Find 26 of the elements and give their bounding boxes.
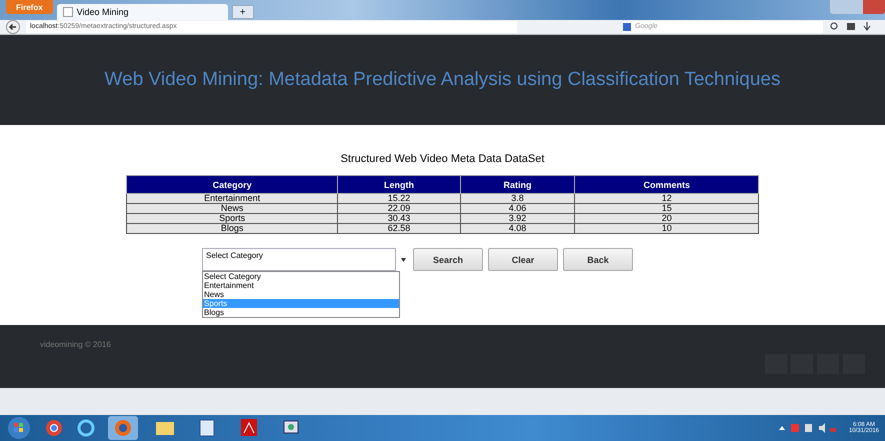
page-icon bbox=[62, 7, 73, 17]
table-cell: Entertainment bbox=[126, 194, 338, 204]
dropdown-option[interactable]: Blogs bbox=[203, 308, 399, 317]
start-icon[interactable] bbox=[6, 416, 32, 440]
table-cell: Sports bbox=[126, 214, 338, 224]
table-cell: Blogs bbox=[126, 224, 338, 234]
column-header: Length bbox=[338, 176, 460, 194]
table-cell: News bbox=[126, 204, 338, 214]
table-caption: Structured Web Video Meta Data DataSet bbox=[340, 153, 544, 165]
action-button[interactable]: Search bbox=[413, 248, 483, 271]
action-button[interactable]: Clear bbox=[488, 248, 558, 271]
column-header: Rating bbox=[460, 176, 575, 194]
caret-icon bbox=[401, 258, 406, 262]
action-button[interactable]: Back bbox=[563, 248, 633, 271]
column-header: Category bbox=[126, 176, 338, 194]
column-header: Comments bbox=[574, 176, 758, 194]
dropdown-option[interactable]: Entertainment bbox=[203, 281, 399, 290]
copyright-text: videomining © 2016 bbox=[40, 340, 111, 349]
back-icon[interactable] bbox=[6, 20, 20, 34]
browser-tab[interactable]: Video Mining bbox=[56, 4, 228, 20]
tray-icon[interactable] bbox=[776, 422, 837, 434]
window-controls-icon[interactable] bbox=[830, 0, 885, 14]
dropdown-option[interactable]: News bbox=[203, 290, 399, 299]
dropdown-option[interactable]: Select Category bbox=[203, 272, 399, 281]
new-tab-button[interactable]: + bbox=[232, 5, 254, 19]
page-title: Web Video Mining: Metadata Predictive Analysis using Classification Techniques bbox=[104, 69, 780, 91]
